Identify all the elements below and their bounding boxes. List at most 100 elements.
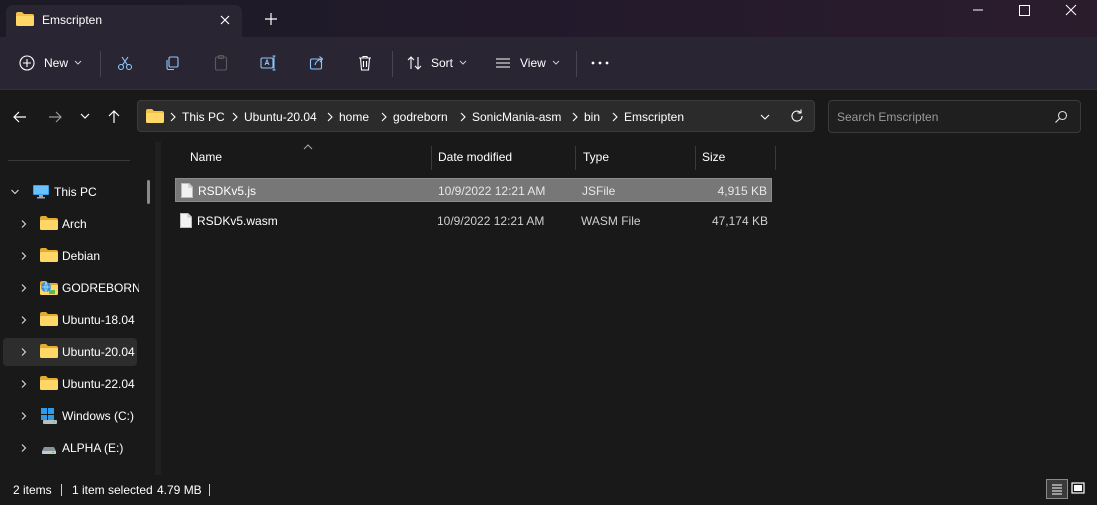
up-button[interactable] — [104, 107, 124, 127]
sidebar-item-godreborn[interactable]: GODREBORN-S — [0, 274, 140, 302]
column-divider[interactable] — [575, 146, 576, 170]
sidebar-item-this-pc[interactable]: This PC — [0, 178, 140, 206]
sidebar-item-label: ALPHA (E:) — [62, 441, 124, 455]
folder-icon — [146, 109, 164, 123]
folder-icon — [40, 343, 58, 361]
tab-emscripten[interactable]: Emscripten — [6, 5, 242, 37]
chevron-right-icon[interactable] — [19, 411, 29, 421]
share-button[interactable] — [308, 49, 326, 77]
sidebar-item-debian[interactable]: Debian — [0, 242, 140, 270]
breadcrumb-chevron-icon[interactable] — [571, 112, 579, 122]
tiles-view-button[interactable] — [1069, 480, 1087, 498]
close-window-button[interactable] — [1047, 0, 1093, 22]
status-divider — [61, 484, 62, 496]
scissors-icon — [116, 54, 134, 72]
breadcrumb-this-pc[interactable]: This PC — [182, 110, 225, 124]
close-tab-icon[interactable] — [216, 11, 234, 29]
breadcrumb-chevron-icon[interactable] — [611, 112, 619, 122]
breadcrumb-chevron-icon[interactable] — [169, 112, 177, 122]
tab-title: Emscripten — [42, 13, 103, 27]
new-tab-button[interactable] — [262, 10, 280, 28]
breadcrumb-ubuntu-20-04[interactable]: Ubuntu-20.04 — [244, 110, 317, 124]
chevron-right-icon[interactable] — [19, 251, 29, 261]
copy-icon — [163, 54, 181, 72]
chevron-down-icon — [74, 60, 82, 66]
minimize-button[interactable] — [955, 0, 1001, 22]
sidebar-item-label: Ubuntu-20.04 — [62, 345, 135, 359]
chevron-right-icon[interactable] — [19, 347, 29, 357]
back-button[interactable] — [10, 107, 30, 127]
sidebar-item-label: Ubuntu-22.04 — [62, 377, 135, 391]
breadcrumb-emscripten[interactable]: Emscripten — [624, 110, 684, 124]
folder-icon — [40, 215, 58, 233]
file-size: 47,174 KB — [711, 214, 768, 228]
column-divider[interactable] — [775, 146, 776, 170]
search-input[interactable]: Search Emscripten — [828, 100, 1081, 133]
chevron-right-icon[interactable] — [19, 379, 29, 389]
file-row-rsdkv5-wasm[interactable]: RSDKv5.wasm 10/9/2022 12:21 AM WASM File… — [175, 209, 772, 233]
item-count: 2 items — [13, 483, 52, 497]
recent-locations-button[interactable] — [78, 109, 92, 123]
windows-drive-icon — [40, 407, 58, 425]
address-history-chevron-down-icon[interactable] — [758, 111, 772, 123]
file-name: RSDKv5.wasm — [197, 214, 278, 228]
sidebar-item-windows-c[interactable]: Windows (C:) — [0, 402, 140, 430]
view-label: View — [520, 56, 546, 70]
sidebar-item-arch[interactable]: Arch — [0, 210, 140, 238]
chevron-down-icon[interactable] — [10, 187, 20, 197]
share-icon — [308, 54, 326, 72]
file-name: RSDKv5.js — [198, 184, 257, 198]
chevron-right-icon[interactable] — [19, 443, 29, 453]
file-icon — [181, 183, 193, 198]
search-placeholder: Search Emscripten — [837, 110, 939, 124]
toolbar-divider — [100, 51, 101, 77]
column-header-name[interactable]: Name — [190, 150, 222, 176]
breadcrumb-chevron-icon[interactable] — [326, 112, 334, 122]
column-header-date-modified[interactable]: Date modified — [438, 150, 512, 176]
refresh-icon[interactable] — [789, 108, 805, 124]
ellipsis-icon — [590, 54, 610, 72]
chevron-right-icon[interactable] — [19, 219, 29, 229]
sidebar-item-alpha-e[interactable]: ALPHA (E:) — [0, 434, 140, 462]
file-icon — [180, 213, 192, 228]
breadcrumb-chevron-icon[interactable] — [380, 112, 388, 122]
address-bar[interactable]: This PC Ubuntu-20.04 home godreborn Soni… — [137, 100, 815, 132]
copy-button[interactable] — [163, 49, 181, 77]
view-button[interactable]: View — [494, 49, 560, 77]
details-view-button[interactable] — [1046, 479, 1068, 499]
file-type: JSFile — [582, 184, 616, 198]
sidebar-divider — [8, 160, 130, 161]
breadcrumb-chevron-icon[interactable] — [231, 112, 239, 122]
file-type: WASM File — [581, 214, 641, 228]
sidebar-item-ubuntu-20-04[interactable]: Ubuntu-20.04 — [3, 338, 137, 366]
sidebar-item-ubuntu-22-04[interactable]: Ubuntu-22.04 — [0, 370, 140, 398]
toolbar-divider — [392, 51, 393, 77]
sidebar-item-ubuntu-18-04[interactable]: Ubuntu-18.04 — [0, 306, 140, 334]
maximize-button[interactable] — [1001, 0, 1047, 22]
forward-button[interactable] — [45, 107, 65, 127]
breadcrumb-godreborn[interactable]: godreborn — [393, 110, 448, 124]
delete-button[interactable] — [356, 49, 374, 77]
column-divider[interactable] — [695, 146, 696, 170]
sidebar-scrollbar[interactable] — [147, 180, 150, 204]
toolbar-divider — [576, 51, 577, 77]
file-row-rsdkv5-js[interactable]: RSDKv5.js 10/9/2022 12:21 AM JSFile 4,91… — [175, 178, 772, 202]
folder-icon — [40, 247, 58, 265]
chevron-right-icon[interactable] — [19, 283, 29, 293]
breadcrumb-sonicmania-asm[interactable]: SonicMania-asm — [472, 110, 561, 124]
more-options-button[interactable] — [590, 49, 610, 77]
column-header-type[interactable]: Type — [583, 150, 609, 176]
chevron-down-icon — [459, 60, 467, 66]
sort-button[interactable]: Sort — [406, 49, 467, 77]
breadcrumb-chevron-icon[interactable] — [459, 112, 467, 122]
breadcrumb-home[interactable]: home — [339, 110, 369, 124]
chevron-right-icon[interactable] — [19, 315, 29, 325]
cut-button[interactable] — [116, 49, 134, 77]
view-list-icon — [494, 54, 512, 72]
new-button[interactable]: New — [18, 49, 82, 77]
rename-button[interactable] — [259, 49, 277, 77]
breadcrumb-bin[interactable]: bin — [584, 110, 600, 124]
file-date: 10/9/2022 12:21 AM — [437, 214, 545, 228]
column-header-size[interactable]: Size — [702, 150, 725, 176]
column-divider[interactable] — [431, 146, 432, 170]
